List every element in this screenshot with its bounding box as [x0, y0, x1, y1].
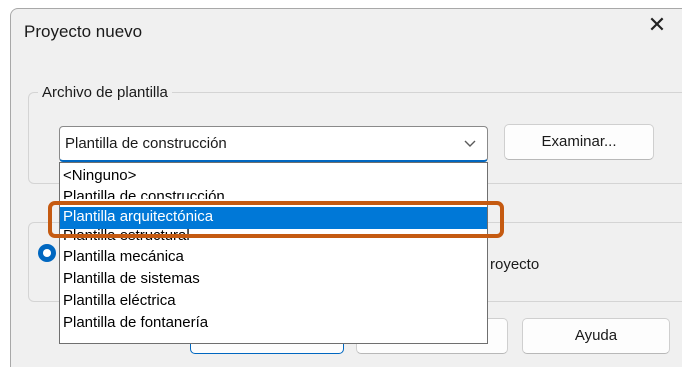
- browse-button[interactable]: Examinar...: [504, 124, 654, 160]
- template-file-group-label: Archivo de plantilla: [38, 84, 172, 101]
- dropdown-option-mechanical[interactable]: Plantilla mecánica: [60, 247, 487, 269]
- dropdown-option-architectural[interactable]: Plantilla arquitectónica: [60, 207, 487, 229]
- dropdown-option-plumbing[interactable]: Plantilla de fontanería: [60, 313, 487, 335]
- close-icon[interactable]: ✕: [644, 12, 670, 38]
- template-dropdown-list: <Ninguno> Plantilla de construcción Plan…: [59, 162, 488, 344]
- dropdown-option-structural[interactable]: Plantilla estructural: [60, 229, 487, 247]
- dropdown-option-construction[interactable]: Plantilla de construcción: [60, 187, 487, 199]
- help-button[interactable]: Ayuda: [522, 318, 670, 354]
- project-type-radio[interactable]: [38, 244, 56, 262]
- dropdown-option-systems[interactable]: Plantilla de sistemas: [60, 269, 487, 291]
- screenshot-stage: Proyecto nuevo ✕ Archivo de plantilla ro…: [0, 0, 682, 377]
- chevron-down-icon: [464, 140, 476, 147]
- project-radio-label: royecto: [490, 256, 540, 273]
- dialog-title: Proyecto nuevo: [24, 22, 143, 41]
- dropdown-option-none[interactable]: <Ninguno>: [60, 166, 487, 188]
- template-combobox[interactable]: Plantilla de construcción: [59, 126, 488, 162]
- dropdown-option-electrical[interactable]: Plantilla eléctrica: [60, 291, 487, 313]
- template-combobox-value: Plantilla de construcción: [65, 135, 227, 152]
